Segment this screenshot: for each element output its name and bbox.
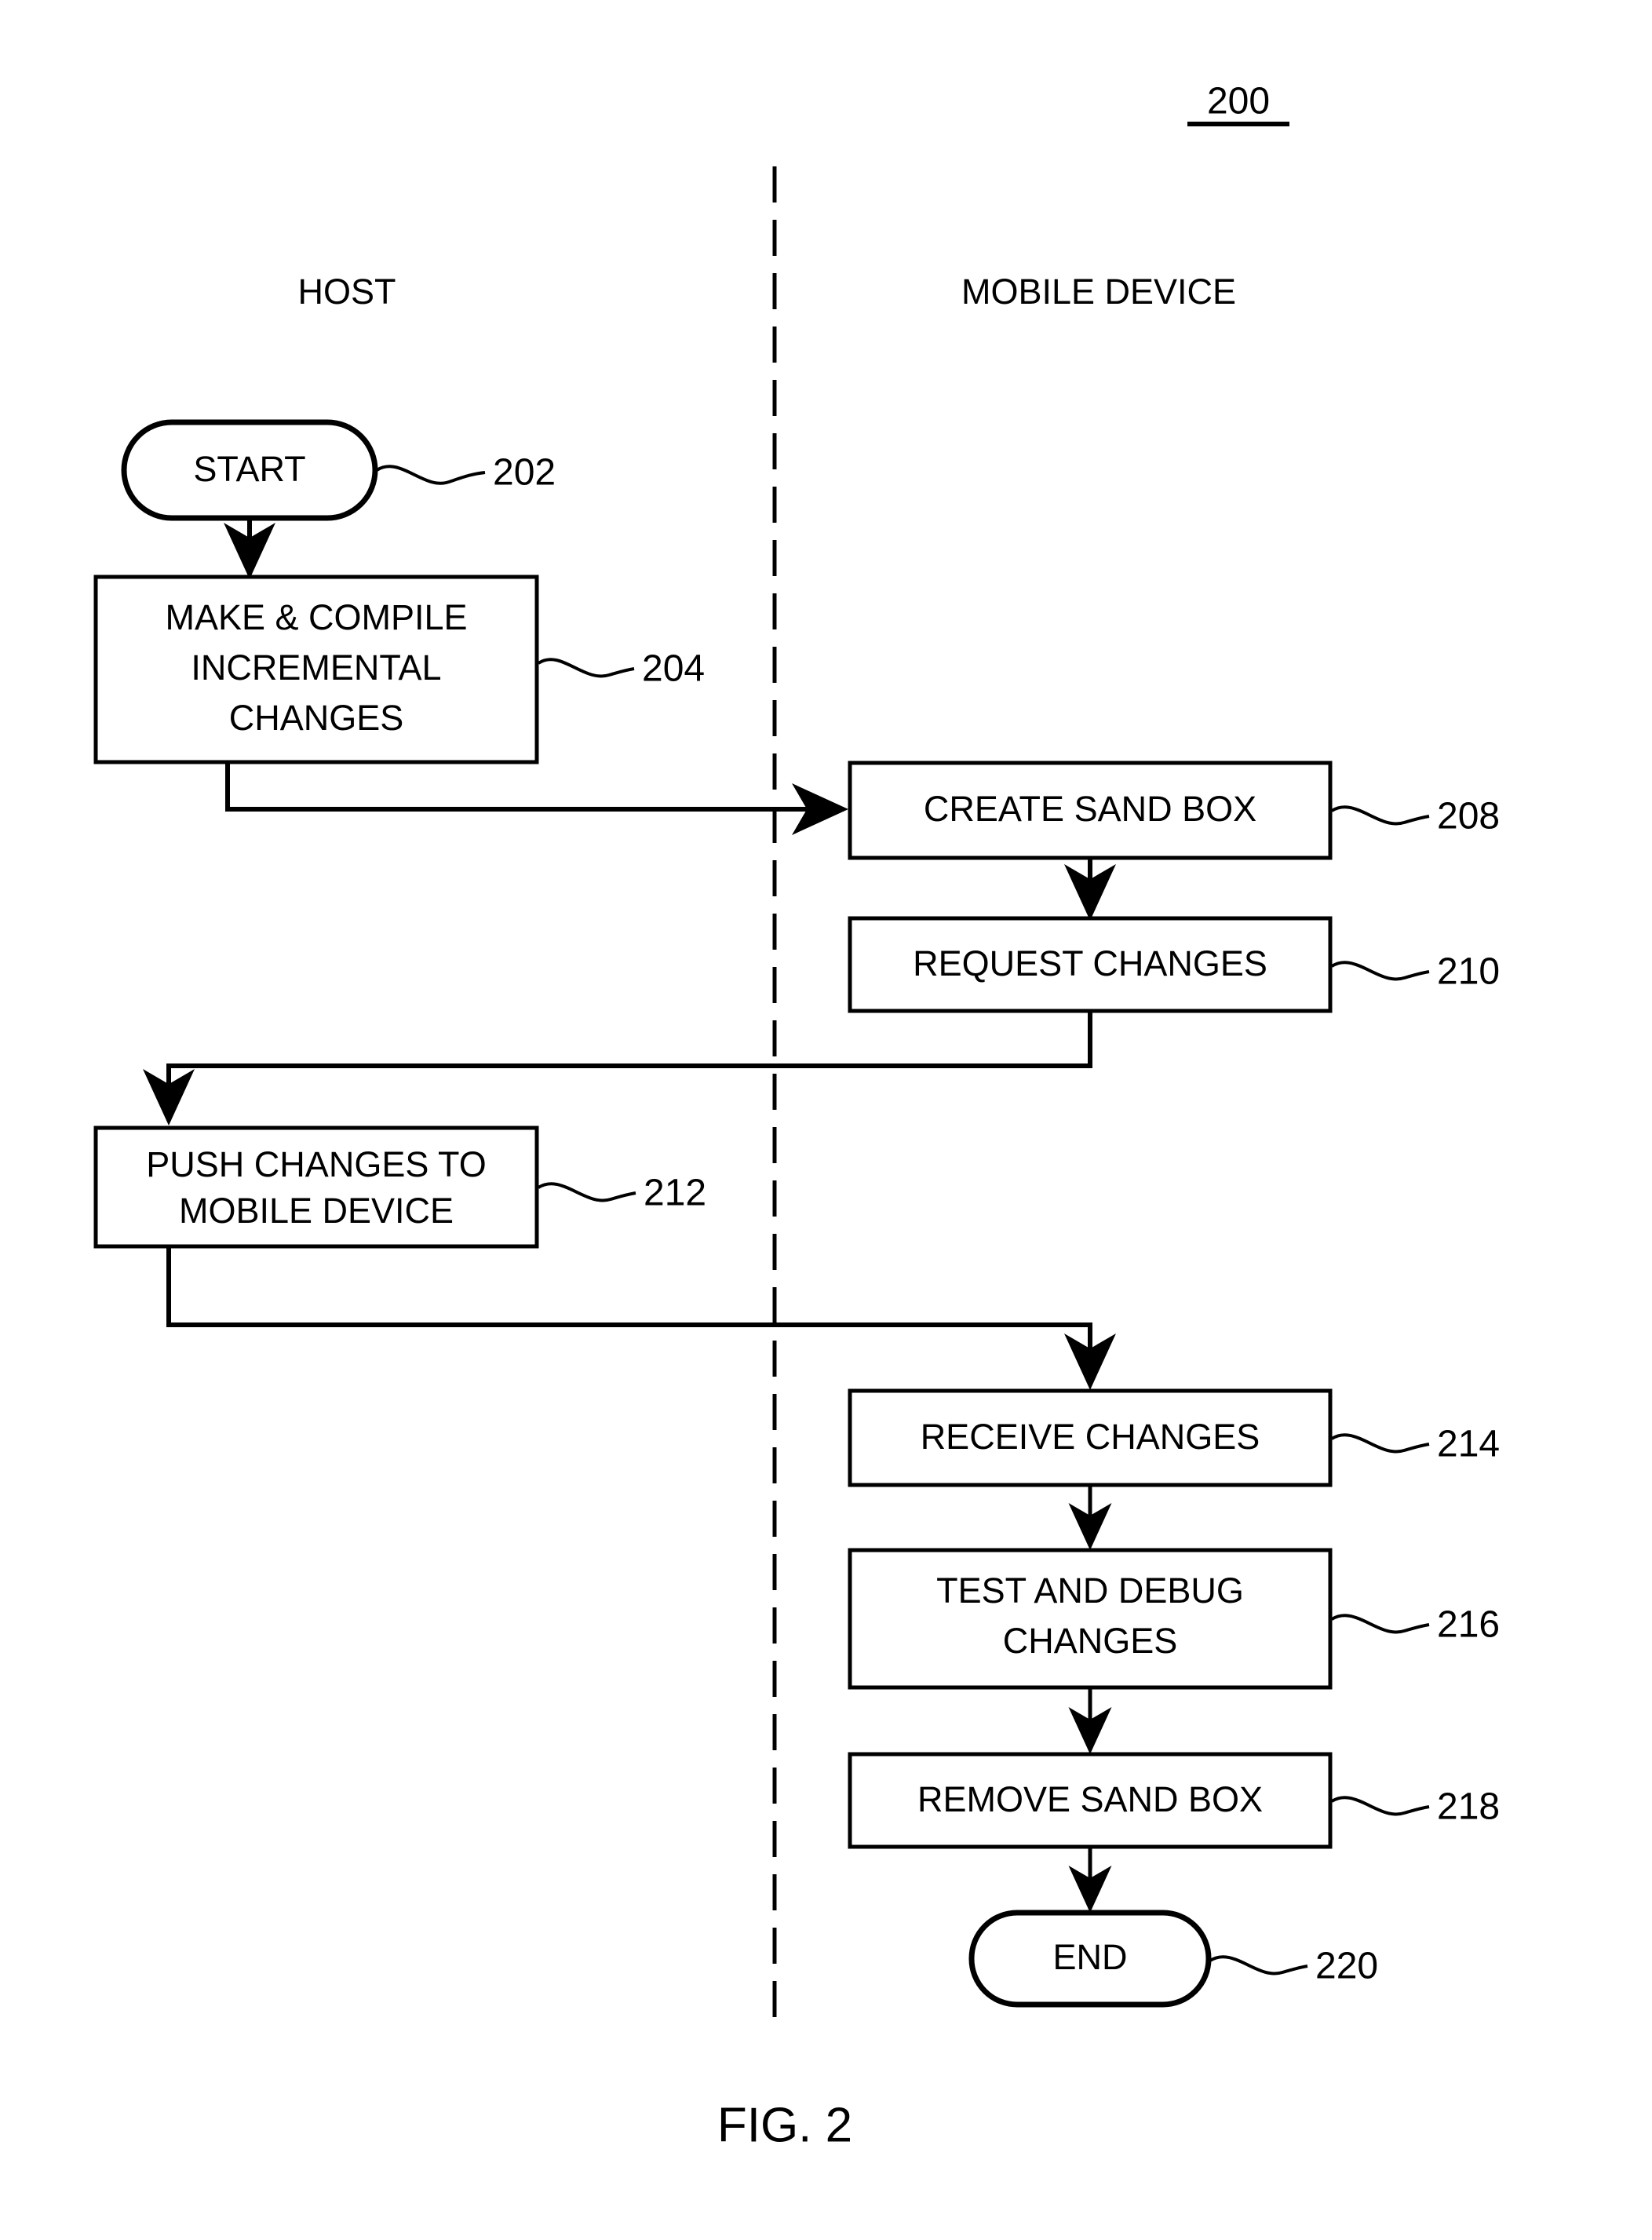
ref-number-202: 202 [493, 452, 556, 494]
ref-number-212: 212 [644, 1173, 706, 1214]
node-push-changes-line1: PUSH CHANGES TO [146, 1144, 486, 1184]
leader-line-212 [537, 1182, 636, 1202]
ref-number-220: 220 [1315, 1946, 1378, 1987]
ref-number-218: 218 [1437, 1786, 1500, 1828]
node-start-label: START [193, 449, 305, 489]
node-test-debug-line2: CHANGES [1003, 1621, 1178, 1661]
node-create-sandbox-label: CREATE SAND BOX [924, 789, 1256, 829]
leader-line-220 [1209, 1955, 1308, 1976]
node-make-compile-line1: MAKE & COMPILE [165, 597, 467, 637]
ref-number-216: 216 [1437, 1604, 1500, 1646]
leader-line-204 [537, 658, 635, 678]
ref-number-208: 208 [1437, 796, 1500, 837]
edge-request-changes-to-push-changes [143, 1011, 1092, 1125]
figure-number: 200 [1207, 81, 1270, 122]
node-test-debug-line1: TEST AND DEBUG [936, 1571, 1244, 1611]
node-receive-changes-label: RECEIVE CHANGES [921, 1417, 1260, 1457]
leader-line-218 [1330, 1796, 1430, 1816]
edge-push-changes-to-receive-changes [166, 1246, 1116, 1390]
node-make-compile-line2: INCREMENTAL [191, 648, 441, 688]
leader-line-210 [1330, 961, 1430, 981]
ref-number-214: 214 [1437, 1424, 1500, 1465]
node-remove-sandbox-label: REMOVE SAND BOX [917, 1779, 1263, 1819]
leader-line-208 [1330, 805, 1430, 826]
ref-number-204: 204 [642, 648, 705, 690]
node-push-changes-line2: MOBILE DEVICE [179, 1191, 454, 1231]
figure-page: 200 HOST MOBILE DEVICE START 202 MAKE & … [0, 0, 1652, 2240]
leader-line-214 [1330, 1433, 1430, 1454]
edge-make-compile-to-create-sandbox [225, 762, 848, 835]
node-make-compile-line3: CHANGES [229, 698, 404, 738]
node-request-changes-label: REQUEST CHANGES [913, 943, 1267, 983]
flowchart-canvas: 200 HOST MOBILE DEVICE START 202 MAKE & … [93, 81, 1500, 2152]
node-end-label: END [1052, 1937, 1127, 1977]
ref-number-210: 210 [1437, 951, 1500, 993]
swimlane-title-mobile-device: MOBILE DEVICE [961, 272, 1236, 312]
leader-line-202 [375, 465, 486, 485]
swimlane-title-host: HOST [297, 272, 396, 312]
figure-caption: FIG. 2 [717, 2098, 852, 2152]
leader-line-216 [1330, 1614, 1430, 1634]
